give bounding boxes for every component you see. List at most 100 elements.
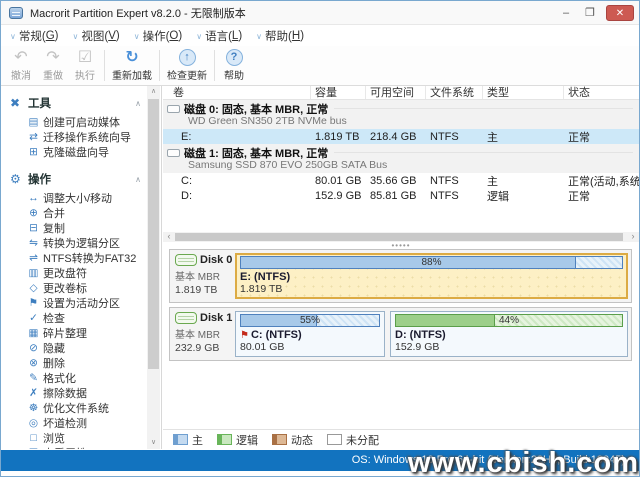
scrollbar-thumb[interactable] [175, 233, 623, 241]
drive-letter-icon: ▥ [26, 267, 41, 279]
chevron-down-icon: ∨ [196, 32, 202, 41]
partition-label: D: (NTFS) [395, 329, 623, 341]
table-row[interactable]: E: 1.819 TB 218.4 GB NTFS 主 正常 [163, 129, 639, 144]
optimize-icon: ☸ [26, 402, 41, 414]
table-row[interactable]: C: 80.01 GB 35.66 GB NTFS 主 正常(活动,系统,引 [163, 173, 639, 188]
menu-language[interactable]: ∨ 语言(L) [193, 26, 245, 46]
scroll-right-icon[interactable]: › [627, 232, 639, 242]
sidebar-item-change-drive-letter[interactable]: ▥ 更改盘符 [1, 265, 147, 280]
sidebar-item-ntfs-to-fat32[interactable]: ⇌ NTFS转换为FAT32 [1, 250, 147, 265]
sidebar-item-merge[interactable]: ⊕ 合并 [1, 205, 147, 220]
sidebar-item-hide[interactable]: ⊘ 隐藏 [1, 340, 147, 355]
partition-size: 1.819 TB [240, 283, 623, 295]
unallocated-swatch-icon [327, 434, 342, 445]
usage-bar: 44% [395, 314, 623, 327]
hide-icon: ⊘ [26, 342, 41, 354]
sidebar-item-wipe-data[interactable]: ✗ 擦除数据 [1, 385, 147, 400]
volume-label-icon: ◇ [26, 282, 41, 294]
update-cloud-icon: ↑ [179, 49, 196, 66]
sidebar-item-check[interactable]: ✓ 检查 [1, 310, 147, 325]
app-window: Macrorit Partition Expert v8.2.0 - 无限制版本… [0, 0, 640, 477]
chevron-down-icon: ∨ [256, 32, 262, 41]
sidebar-item-format[interactable]: ✎ 格式化 [1, 370, 147, 385]
sidebar-item-clone-disk-wizard[interactable]: ⊞ 克隆磁盘向导 [1, 144, 147, 159]
sidebar-item-copy[interactable]: ⊟ 复制 [1, 220, 147, 235]
disk-model: WD Green SN350 2TB NVMe bus [167, 115, 639, 127]
section-operations[interactable]: ⚙ 操作 ∧ [1, 170, 147, 188]
sidebar-item-migrate-os-wizard[interactable]: ⇄ 迁移操作系统向导 [1, 129, 147, 144]
menu-general[interactable]: ∨ 常规(G) [7, 26, 62, 46]
defrag-icon: ▦ [26, 327, 41, 339]
legend-dynamic: 动态 [272, 432, 313, 448]
sidebar-item-create-bootable-media[interactable]: ▤ 创建可启动媒体 [1, 114, 147, 129]
sidebar-scrollbar[interactable]: ∧ ∨ [147, 86, 160, 449]
sidebar-item-defrag[interactable]: ▦ 碎片整理 [1, 325, 147, 340]
column-free-space[interactable]: 可用空间 [366, 86, 426, 99]
sidebar-item-set-active[interactable]: ⚑ 设置为活动分区 [1, 295, 147, 310]
dynamic-swatch-icon [272, 434, 287, 445]
sidebar-item-browse[interactable]: □ 浏览 [1, 430, 147, 445]
minimize-button[interactable]: – [554, 7, 578, 19]
flag-icon: ⚑ [26, 297, 41, 309]
format-icon: ✎ [26, 372, 41, 384]
resize-move-icon: ↔ [26, 192, 41, 204]
menu-view[interactable]: ∨ 视图(V) [70, 26, 123, 46]
close-button[interactable]: ✕ [606, 5, 634, 21]
properties-icon: ☰ [26, 447, 41, 450]
scrollbar-thumb[interactable] [148, 99, 159, 369]
disk-info[interactable]: Disk 0 基本 MBR 1.819 TB [170, 250, 232, 302]
help-button[interactable]: ? 帮助 [218, 46, 250, 85]
menu-help[interactable]: ∨ 帮助(H) [253, 26, 307, 46]
toolbar-separator [104, 50, 105, 81]
undo-icon: ↶ [14, 49, 27, 66]
table-row[interactable]: D: 152.9 GB 85.81 GB NTFS 逻辑 正常 [163, 188, 639, 203]
column-filesystem[interactable]: 文件系统 [426, 86, 483, 99]
status-bar: OS: Windows 10 Pro 64-bit (Version:22H2,… [1, 450, 639, 471]
toolbar-separator [159, 50, 160, 81]
toolbar-separator [214, 50, 215, 81]
disk-panel-1: Disk 1 基本 MBR 232.9 GB 55% ⚑ C: (NTFS) [169, 307, 632, 361]
section-tools[interactable]: ✖ 工具 ∧ [1, 94, 147, 112]
check-update-button[interactable]: ↑ 检查更新 [163, 46, 211, 85]
partition-label: ⚑ C: (NTFS) [240, 329, 380, 341]
column-capacity[interactable]: 容量 [311, 86, 366, 99]
window-title: Macrorit Partition Expert v8.2.0 - 无限制版本 [30, 5, 246, 21]
disk-group-row[interactable]: 磁盘 1: 固态, 基本 MBR, 正常 Samsung SSD 870 EVO… [163, 144, 639, 173]
convert-logical-icon: ⇋ [26, 237, 41, 249]
scroll-left-icon[interactable]: ‹ [163, 232, 175, 242]
table-header: 卷 容量 可用空间 文件系统 类型 状态 [163, 86, 639, 100]
reload-button[interactable]: ↻ 重新加载 [108, 46, 156, 85]
check-icon: ✓ [26, 312, 41, 324]
sidebar-item-convert-to-logical[interactable]: ⇋ 转换为逻辑分区 [1, 235, 147, 250]
column-type[interactable]: 类型 [483, 86, 564, 99]
usage-percent: 88% [241, 257, 622, 269]
partition-block-e[interactable]: 88% E: (NTFS) 1.819 TB [235, 253, 628, 299]
column-status[interactable]: 状态 [564, 86, 639, 99]
disk-info[interactable]: Disk 1 基本 MBR 232.9 GB [170, 308, 232, 360]
sidebar-item-change-volume-label[interactable]: ◇ 更改卷标 [1, 280, 147, 295]
disk-group-row[interactable]: 磁盘 0: 固态, 基本 MBR, 正常 WD Green SN350 2TB … [163, 100, 639, 129]
column-volume[interactable]: 卷 [163, 86, 311, 99]
partition-block-c[interactable]: 55% ⚑ C: (NTFS) 80.01 GB [235, 311, 385, 357]
redo-button[interactable]: ↷ 重做 [37, 46, 69, 85]
scroll-down-icon[interactable]: ∨ [147, 437, 160, 449]
execute-button[interactable]: ☑ 执行 [69, 46, 101, 85]
legend-logical: 逻辑 [217, 432, 258, 448]
sidebar-item-delete[interactable]: ⊗ 删除 [1, 355, 147, 370]
usage-percent: 55% [241, 315, 379, 327]
sidebar-item-optimize-filesystem[interactable]: ☸ 优化文件系统 [1, 400, 147, 415]
maximize-button[interactable]: ❐ [578, 6, 602, 19]
app-logo-icon [9, 7, 23, 19]
sidebar-item-resize-move[interactable]: ↔ 调整大小/移动 [1, 190, 147, 205]
scroll-up-icon[interactable]: ∧ [147, 86, 160, 98]
bad-sector-icon: ◎ [26, 417, 41, 429]
wipe-icon: ✗ [26, 387, 41, 399]
usage-bar: 88% [240, 256, 623, 269]
hard-drive-icon [175, 312, 197, 324]
partition-block-d[interactable]: 44% D: (NTFS) 152.9 GB [390, 311, 628, 357]
menu-operations[interactable]: ∨ 操作(O) [131, 26, 186, 46]
sidebar-item-bad-sector-test[interactable]: ◎ 坏道检测 [1, 415, 147, 430]
undo-button[interactable]: ↶ 撤消 [5, 46, 37, 85]
sidebar-item-view-properties[interactable]: ☰ 查看属性 [1, 445, 147, 449]
gear-icon: ⚙ [10, 172, 26, 186]
